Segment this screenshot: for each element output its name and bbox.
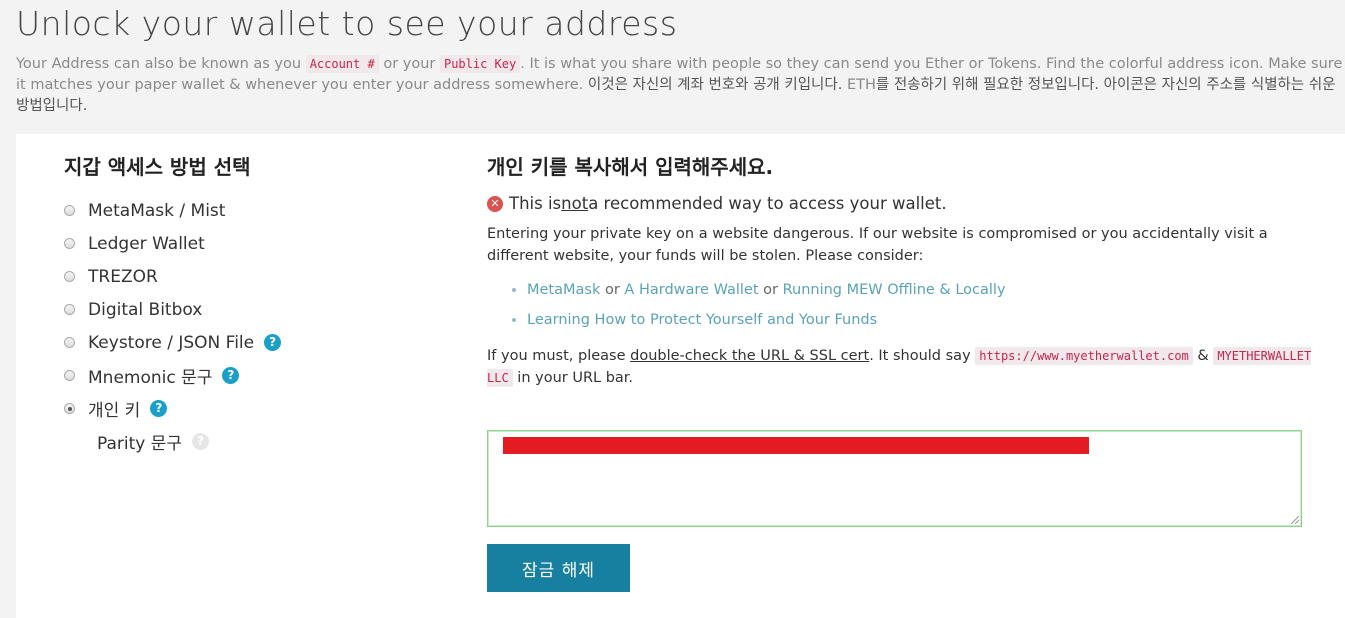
or-separator-2: or — [758, 282, 783, 298]
redacted-private-key — [503, 437, 1089, 454]
option-trezor-label: TREZOR — [88, 266, 158, 287]
option-metamask-label: MetaMask / Mist — [88, 200, 226, 221]
option-trezor[interactable]: TREZOR — [64, 260, 444, 293]
option-mnemonic[interactable]: Mnemonic 문구 ? — [64, 359, 444, 392]
access-method-title: 지갑 액세스 방법 선택 — [64, 155, 251, 179]
public-key-code: Public Key — [439, 55, 521, 73]
mnemonic-help-icon[interactable]: ? — [222, 367, 240, 384]
radio-mnemonic[interactable] — [64, 370, 75, 381]
list-item: MetaMask or A Hardware Wallet or Running… — [527, 275, 1317, 305]
page-header: Unlock your wallet to see your address Y… — [16, 0, 1345, 120]
private-key-help-icon[interactable]: ? — [150, 400, 168, 417]
x-circle-icon: ✕ — [487, 195, 503, 212]
access-method-list: 지갑 액세스 방법 선택 MetaMask / Mist Ledger Wall… — [64, 154, 444, 458]
option-keystore-label: Keystore / JSON File — [88, 332, 255, 353]
account-code: Account # — [305, 55, 379, 73]
must-suffix: in your URL bar. — [512, 370, 634, 386]
intro-text: Your Address can also be known as you Ac… — [16, 54, 1345, 120]
private-key-section: 개인 키를 복사해서 입력해주세요. ✕ This is not a recom… — [487, 154, 1317, 389]
option-private-key[interactable]: 개인 키 ? — [64, 392, 444, 425]
option-keystore[interactable]: Keystore / JSON File ? — [64, 326, 444, 359]
intro-korean: 이것은 자신의 계좌 번호와 공개 키입니다. — [587, 77, 847, 93]
url-code: https://www.myetherwallet.com — [975, 347, 1193, 365]
option-ledger[interactable]: Ledger Wallet — [64, 227, 444, 260]
list-item: Learning How to Protect Yourself and You… — [527, 305, 1317, 335]
warning-line: ✕ This is not a recommended way to acces… — [487, 194, 1317, 213]
private-key-title: 개인 키를 복사해서 입력해주세요. — [487, 155, 774, 179]
danger-text: Entering your private key on a website d… — [487, 226, 1268, 264]
radio-ledger[interactable] — [64, 238, 75, 249]
option-digital-bitbox[interactable]: Digital Bitbox — [64, 293, 444, 326]
radio-metamask[interactable] — [64, 205, 75, 216]
warning-prefix: This is — [509, 194, 562, 213]
ssl-check-link[interactable]: double-check the URL & SSL cert — [630, 348, 869, 364]
intro-eth: ETH — [846, 77, 876, 93]
must-prefix: If you must, please — [487, 348, 631, 364]
keystore-help-icon[interactable]: ? — [264, 334, 282, 351]
intro-part2: or your — [378, 56, 440, 72]
recommendation-list: MetaMask or A Hardware Wallet or Running… — [487, 275, 1317, 335]
hardware-wallet-link[interactable]: A Hardware Wallet — [624, 282, 758, 298]
radio-trezor[interactable] — [64, 271, 75, 282]
resize-handle-icon[interactable] — [1291, 516, 1299, 524]
metamask-link[interactable]: MetaMask — [527, 282, 600, 298]
parity-help-icon[interactable]: ? — [192, 433, 210, 450]
warning-not: not — [561, 194, 589, 213]
must-mid: . It should say — [869, 348, 976, 364]
warning-suffix: a recommended way to access your wallet. — [588, 194, 947, 213]
radio-keystore[interactable] — [64, 337, 75, 348]
option-parity-label: Parity 문구 — [97, 434, 183, 454]
option-ledger-label: Ledger Wallet — [88, 233, 205, 254]
amp-text: & — [1192, 348, 1214, 364]
option-metamask[interactable]: MetaMask / Mist — [64, 194, 444, 227]
option-private-key-label: 개인 키 — [88, 401, 141, 421]
radio-digital-bitbox[interactable] — [64, 304, 75, 315]
unlock-panel: 지갑 액세스 방법 선택 MetaMask / Mist Ledger Wall… — [16, 134, 1345, 618]
option-digital-bitbox-label: Digital Bitbox — [88, 299, 203, 320]
radio-private-key[interactable] — [64, 403, 75, 414]
option-mnemonic-label: Mnemonic 문구 — [88, 368, 213, 388]
unlock-button[interactable]: 잠금 해제 — [487, 544, 630, 592]
intro-part1: Your Address can also be known as you — [16, 56, 306, 72]
option-parity-phrase[interactable]: Parity 문구 ? — [64, 425, 444, 458]
or-separator-1: or — [600, 282, 625, 298]
private-key-textarea[interactable] — [487, 430, 1302, 527]
url-check-text: If you must, please double-check the URL… — [487, 345, 1317, 389]
page-title: Unlock your wallet to see your address — [16, 4, 678, 43]
run-offline-link[interactable]: Running MEW Offline & Locally — [783, 282, 1006, 298]
learn-protect-link[interactable]: Learning How to Protect Yourself and You… — [527, 312, 877, 328]
